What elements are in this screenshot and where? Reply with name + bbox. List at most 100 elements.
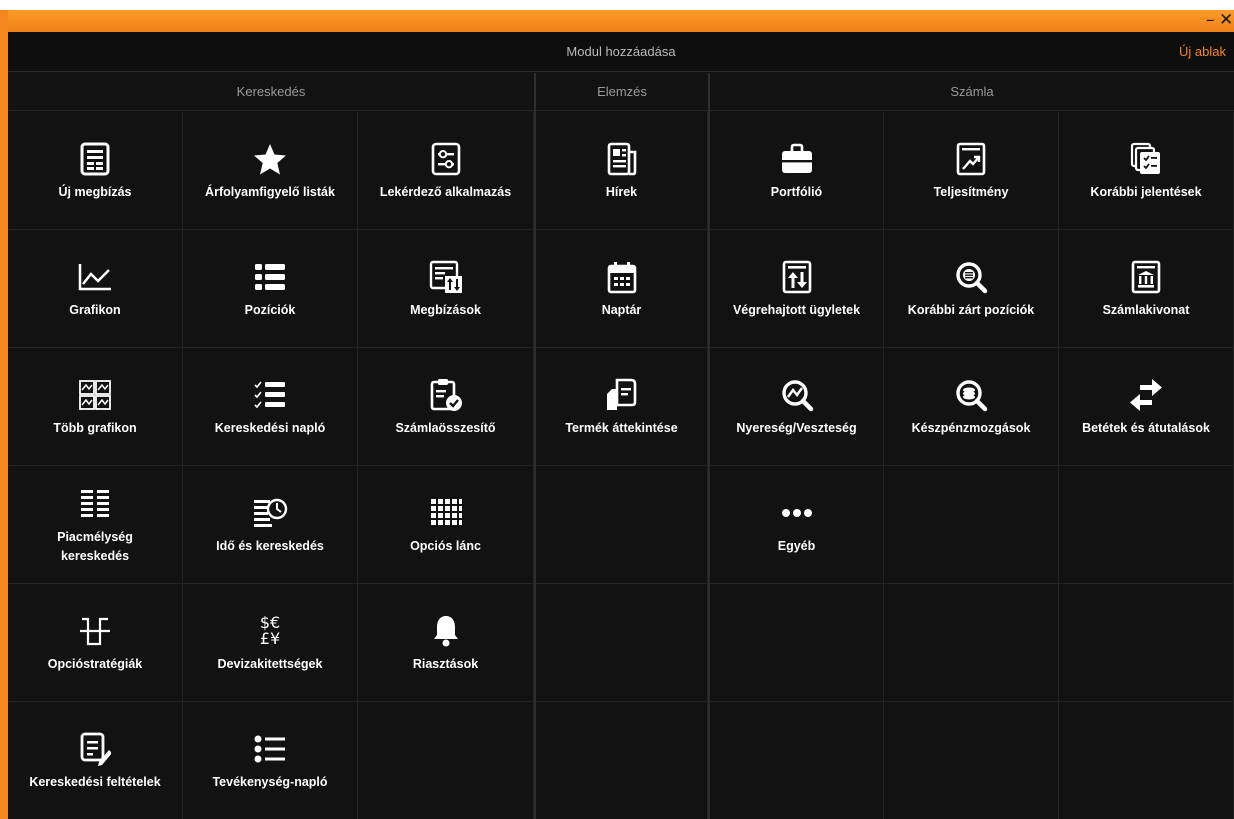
orders-icon	[429, 257, 463, 297]
module-account-statement[interactable]: Számlakivonat	[1059, 230, 1234, 348]
module-other[interactable]: Egyéb	[710, 466, 884, 584]
document-edit-icon	[79, 729, 111, 769]
option-strategy-icon	[78, 611, 112, 651]
module-label: Több grafikon	[53, 421, 137, 435]
module-label: Betétek és átutalások	[1082, 421, 1210, 435]
module-market-depth[interactable]: Piacmélység kereskedés	[8, 466, 183, 584]
module-label: Kereskedési feltételek	[29, 775, 161, 789]
module-multi-chart[interactable]: Több grafikon	[8, 348, 183, 466]
bell-icon	[431, 611, 461, 651]
new-window-link[interactable]: Új ablak	[1179, 32, 1226, 72]
currency-symbols-bottom: £¥	[259, 629, 281, 648]
module-label: Számlaösszesítő	[395, 421, 496, 435]
list-icon	[253, 257, 287, 297]
empty-cell	[358, 702, 534, 819]
module-orders[interactable]: Megbízások	[358, 230, 534, 348]
module-label: Opciós lánc	[410, 539, 481, 553]
empty-cell	[536, 466, 708, 584]
module-option-chain[interactable]: Opciós lánc	[358, 466, 534, 584]
search-list-icon	[954, 257, 988, 297]
search-chart-icon	[780, 375, 814, 415]
empty-cell	[1059, 584, 1234, 702]
more-icon	[780, 493, 814, 533]
briefcase-icon	[780, 139, 814, 179]
module-label: Riasztások	[412, 657, 479, 671]
module-deposits-transfers[interactable]: Betétek és átutalások	[1059, 348, 1234, 466]
module-label: Devizakitettségek	[217, 657, 323, 671]
empty-cell	[536, 702, 708, 819]
section-header-account: Számla	[710, 73, 1234, 111]
module-alerts[interactable]: Riasztások	[358, 584, 534, 702]
multi-chart-icon	[78, 375, 112, 415]
module-new-order[interactable]: Új megbízás	[8, 112, 183, 230]
search-coins-icon	[954, 375, 988, 415]
module-time-and-sales[interactable]: Idő és kereskedés	[183, 466, 358, 584]
module-label: Grafikon	[69, 303, 121, 317]
module-label: Új megbízás	[58, 185, 132, 199]
module-performance[interactable]: Teljesítmény	[884, 112, 1059, 230]
module-label: Árfolyamfigyelő listák	[205, 185, 335, 199]
depth-ladder-icon	[79, 484, 111, 524]
module-label: Portfólió	[770, 185, 823, 199]
checklist-icon	[253, 375, 287, 415]
list-clock-icon	[252, 493, 288, 533]
module-product-overview[interactable]: Termék áttekintése	[536, 348, 708, 466]
module-account-summary[interactable]: Számlaösszesítő	[358, 348, 534, 466]
bank-statement-icon	[1130, 257, 1162, 297]
module-label: Teljesítmény	[933, 185, 1009, 199]
empty-cell	[884, 466, 1059, 584]
star-icon	[253, 139, 287, 179]
empty-cell	[884, 702, 1059, 819]
module-portfolio[interactable]: Portfólió	[710, 112, 884, 230]
module-label: Naptár	[601, 303, 642, 317]
module-calendar[interactable]: Naptár	[536, 230, 708, 348]
minimize-button[interactable]: –	[1206, 10, 1215, 31]
module-chart[interactable]: Grafikon	[8, 230, 183, 348]
module-cash-movements[interactable]: Készpénzmozgások	[884, 348, 1059, 466]
module-label: Nyereség/Veszteség	[736, 421, 857, 435]
module-news[interactable]: Hírek	[536, 112, 708, 230]
close-button[interactable]: ✕	[1219, 10, 1233, 31]
module-watchlists[interactable]: Árfolyamfigyelő listák	[183, 112, 358, 230]
section-header-trading: Kereskedés	[8, 73, 534, 111]
module-label: Tevékenység-napló	[212, 775, 328, 789]
empty-cell	[710, 702, 884, 819]
module-label: Idő és kereskedés	[216, 539, 324, 553]
module-trading-conditions[interactable]: Kereskedési feltételek	[8, 702, 183, 819]
grid-icon	[429, 493, 463, 533]
module-label: Egyéb	[777, 539, 816, 553]
module-executed-trades[interactable]: Végrehajtott ügyletek	[710, 230, 884, 348]
module-query-app[interactable]: Lekérdező alkalmazás	[358, 112, 534, 230]
empty-cell	[536, 584, 708, 702]
currency-icon: $€ £¥	[260, 611, 280, 651]
module-label: Opcióstratégiák	[47, 657, 143, 671]
window-title: Modul hozzáadása	[566, 44, 676, 59]
module-profit-loss[interactable]: Nyereség/Veszteség	[710, 348, 884, 466]
performance-chart-icon	[955, 139, 987, 179]
line-chart-icon	[77, 257, 113, 297]
module-option-strategies[interactable]: Opcióstratégiák	[8, 584, 183, 702]
module-past-reports[interactable]: Korábbi jelentések	[1059, 112, 1234, 230]
clipboard-check-icon	[429, 375, 463, 415]
transfer-arrows-icon	[1128, 375, 1164, 415]
title-bar: – ✕	[8, 10, 1234, 32]
module-currency-exposure[interactable]: $€ £¥ Devizakitettségek	[183, 584, 358, 702]
module-trade-journal[interactable]: Kereskedési napló	[183, 348, 358, 466]
module-label: Korábbi jelentések	[1090, 185, 1202, 199]
module-label: Lekérdező alkalmazás	[379, 185, 512, 199]
calendar-icon	[606, 257, 638, 297]
empty-cell	[1059, 466, 1234, 584]
module-label: Piacmélység kereskedés	[57, 529, 133, 563]
order-form-icon	[79, 139, 111, 179]
trades-icon	[781, 257, 813, 297]
module-label: Megbízások	[410, 303, 481, 317]
window-header: Modul hozzáadása Új ablak	[8, 32, 1234, 72]
module-window: – ✕ Modul hozzáadása Új ablak Kereskedés…	[0, 10, 1234, 819]
module-label: Termék áttekintése	[565, 421, 678, 435]
module-activity-log[interactable]: Tevékenység-napló	[183, 702, 358, 819]
documents-icon	[605, 375, 639, 415]
module-closed-positions[interactable]: Korábbi zárt pozíciók	[884, 230, 1059, 348]
module-label: Végrehajtott ügyletek	[732, 303, 861, 317]
bullet-list-icon	[253, 729, 287, 769]
module-positions[interactable]: Pozíciók	[183, 230, 358, 348]
